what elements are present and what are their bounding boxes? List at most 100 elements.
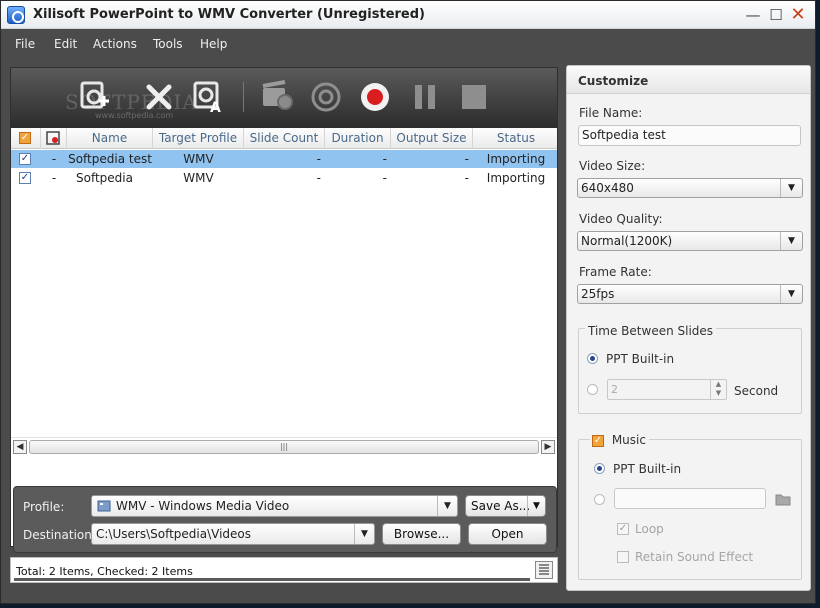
retain-sound-checkbox[interactable]	[617, 551, 629, 563]
title-bar: Xilisoft PowerPoint to WMV Converter (Un…	[1, 1, 815, 29]
scroll-thumb[interactable]: |||	[29, 440, 539, 454]
row-checkbox[interactable]: ✓	[19, 153, 31, 165]
column-target-profile[interactable]: Target Profile	[153, 128, 244, 149]
add-file-icon[interactable]	[78, 80, 112, 114]
music-ppt-builtin-radio[interactable]	[594, 463, 605, 474]
video-quality-value: Normal(1200K)	[581, 234, 673, 248]
video-size-dropdown-icon[interactable]: ▼	[780, 179, 802, 197]
record-icon[interactable]	[358, 80, 392, 114]
check-all-icon[interactable]: ✓	[19, 132, 31, 144]
video-quality-label: Video Quality:	[579, 212, 663, 226]
destination-label: Destination:	[23, 528, 96, 542]
menu-help[interactable]: Help	[200, 37, 227, 51]
customize-title: Customize	[578, 74, 649, 88]
row-output-size: -	[464, 152, 469, 166]
spin-down-icon[interactable]: ▼	[711, 389, 726, 398]
column-slide-count[interactable]: Slide Count	[244, 128, 325, 149]
video-size-select[interactable]: 640x480 ▼	[577, 178, 803, 198]
row-profile: WMV	[183, 171, 214, 185]
profile-select[interactable]: WMV - Windows Media Video ▼	[91, 495, 458, 517]
remove-icon[interactable]	[142, 80, 176, 114]
save-as-button[interactable]: Save As... ▼	[465, 495, 546, 517]
row-status: Importing	[486, 152, 546, 166]
log-icon[interactable]	[535, 561, 553, 579]
add-all-icon[interactable]: A	[191, 80, 225, 114]
stop-icon[interactable]	[457, 80, 491, 114]
seconds-spinner[interactable]: 2 ▲ ▼	[607, 379, 727, 400]
scroll-left-icon[interactable]: ◀	[13, 440, 27, 454]
video-quality-select[interactable]: Normal(1200K) ▼	[577, 231, 803, 251]
clip-icon[interactable]	[260, 80, 294, 114]
music-label: Music	[611, 433, 646, 447]
row-name: Softpedia	[76, 171, 133, 185]
customize-panel: Customize File Name: Softpedia test Vide…	[566, 65, 811, 591]
row-flag: -	[51, 152, 57, 166]
video-quality-dropdown-icon[interactable]: ▼	[780, 232, 802, 250]
frame-rate-dropdown-icon[interactable]: ▼	[780, 285, 802, 303]
header-check-all[interactable]: ✓	[11, 128, 41, 149]
horizontal-scrollbar[interactable]: ◀ ||| ▶	[11, 437, 557, 455]
save-as-label: Save As...	[471, 499, 531, 513]
effects-icon[interactable]	[309, 80, 343, 114]
retain-sound-label: Retain Sound Effect	[635, 550, 754, 564]
row-duration: -	[382, 171, 387, 185]
app-logo-icon	[7, 6, 25, 24]
menu-edit[interactable]: Edit	[54, 37, 77, 51]
time-between-slides-label: Time Between Slides	[585, 324, 717, 338]
toolbar-separator	[243, 82, 244, 112]
menu-tools[interactable]: Tools	[153, 37, 183, 51]
save-as-dropdown-icon[interactable]: ▼	[527, 496, 545, 516]
column-status[interactable]: Status	[473, 128, 559, 149]
file-name-input[interactable]: Softpedia test	[578, 125, 801, 146]
row-duration: -	[382, 152, 387, 166]
status-bar: Total: 2 Items, Checked: 2 Items	[10, 557, 558, 583]
column-output-size[interactable]: Output Size	[391, 128, 473, 149]
row-name: Softpedia test	[68, 152, 152, 166]
row-slide-count: -	[316, 152, 321, 166]
music-file-input[interactable]	[614, 488, 766, 509]
music-ppt-builtin-label: PPT Built-in	[613, 462, 682, 476]
video-size-value: 640x480	[581, 181, 634, 195]
column-name[interactable]: Name	[67, 128, 153, 149]
destination-dropdown-icon[interactable]: ▼	[354, 524, 374, 544]
minimize-icon[interactable]: —	[742, 5, 764, 25]
status-text: Total: 2 Items, Checked: 2 Items	[16, 565, 193, 578]
time-between-slides-group	[578, 328, 802, 414]
scroll-right-icon[interactable]: ▶	[541, 440, 555, 454]
profile-value: WMV - Windows Media Video	[116, 499, 290, 513]
time-custom-radio[interactable]	[587, 384, 598, 395]
loop-label: Loop	[635, 522, 664, 536]
frame-rate-select[interactable]: 25fps ▼	[577, 284, 803, 304]
loop-checkbox[interactable]: ✓	[617, 523, 629, 535]
table-row[interactable]: ✓ - Softpedia test WMV - - - Importing	[11, 150, 557, 168]
video-size-label: Video Size:	[579, 159, 646, 173]
main-toolbar: SOFTPEDIA www.softpedia.com A	[11, 68, 557, 128]
pause-icon[interactable]	[408, 80, 442, 114]
app-window: Xilisoft PowerPoint to WMV Converter (Un…	[0, 0, 816, 604]
music-legend: ✓ Music	[590, 433, 649, 447]
menu-actions[interactable]: Actions	[93, 37, 137, 51]
table-row[interactable]: ✓ - Softpedia WMV - - - Importing	[11, 169, 557, 187]
profile-dropdown-icon[interactable]: ▼	[437, 496, 457, 516]
menu-file[interactable]: File	[15, 37, 35, 51]
destination-value: C:\Users\Softpedia\Videos	[96, 527, 252, 541]
seconds-value: 2	[611, 383, 618, 396]
time-ppt-builtin-radio[interactable]	[587, 353, 598, 364]
browse-button[interactable]: Browse...	[382, 523, 461, 545]
close-icon[interactable]: ✕	[787, 5, 809, 25]
row-status: Importing	[486, 171, 546, 185]
time-ppt-builtin-label: PPT Built-in	[606, 352, 675, 366]
second-label: Second	[734, 384, 779, 398]
output-settings-box: Profile: WMV - Windows Media Video ▼ Sav…	[13, 486, 557, 553]
music-file-radio[interactable]	[594, 494, 605, 505]
row-checkbox[interactable]: ✓	[19, 172, 31, 184]
column-duration[interactable]: Duration	[325, 128, 391, 149]
open-button[interactable]: Open	[468, 523, 547, 545]
spin-up-icon[interactable]: ▲	[711, 380, 726, 389]
svg-text:A: A	[210, 100, 221, 114]
music-checkbox[interactable]: ✓	[592, 434, 604, 447]
maximize-icon[interactable]: ☐	[765, 5, 787, 25]
folder-icon[interactable]	[775, 492, 791, 506]
destination-input[interactable]: C:\Users\Softpedia\Videos ▼	[91, 523, 375, 545]
header-status-flag	[41, 128, 67, 149]
